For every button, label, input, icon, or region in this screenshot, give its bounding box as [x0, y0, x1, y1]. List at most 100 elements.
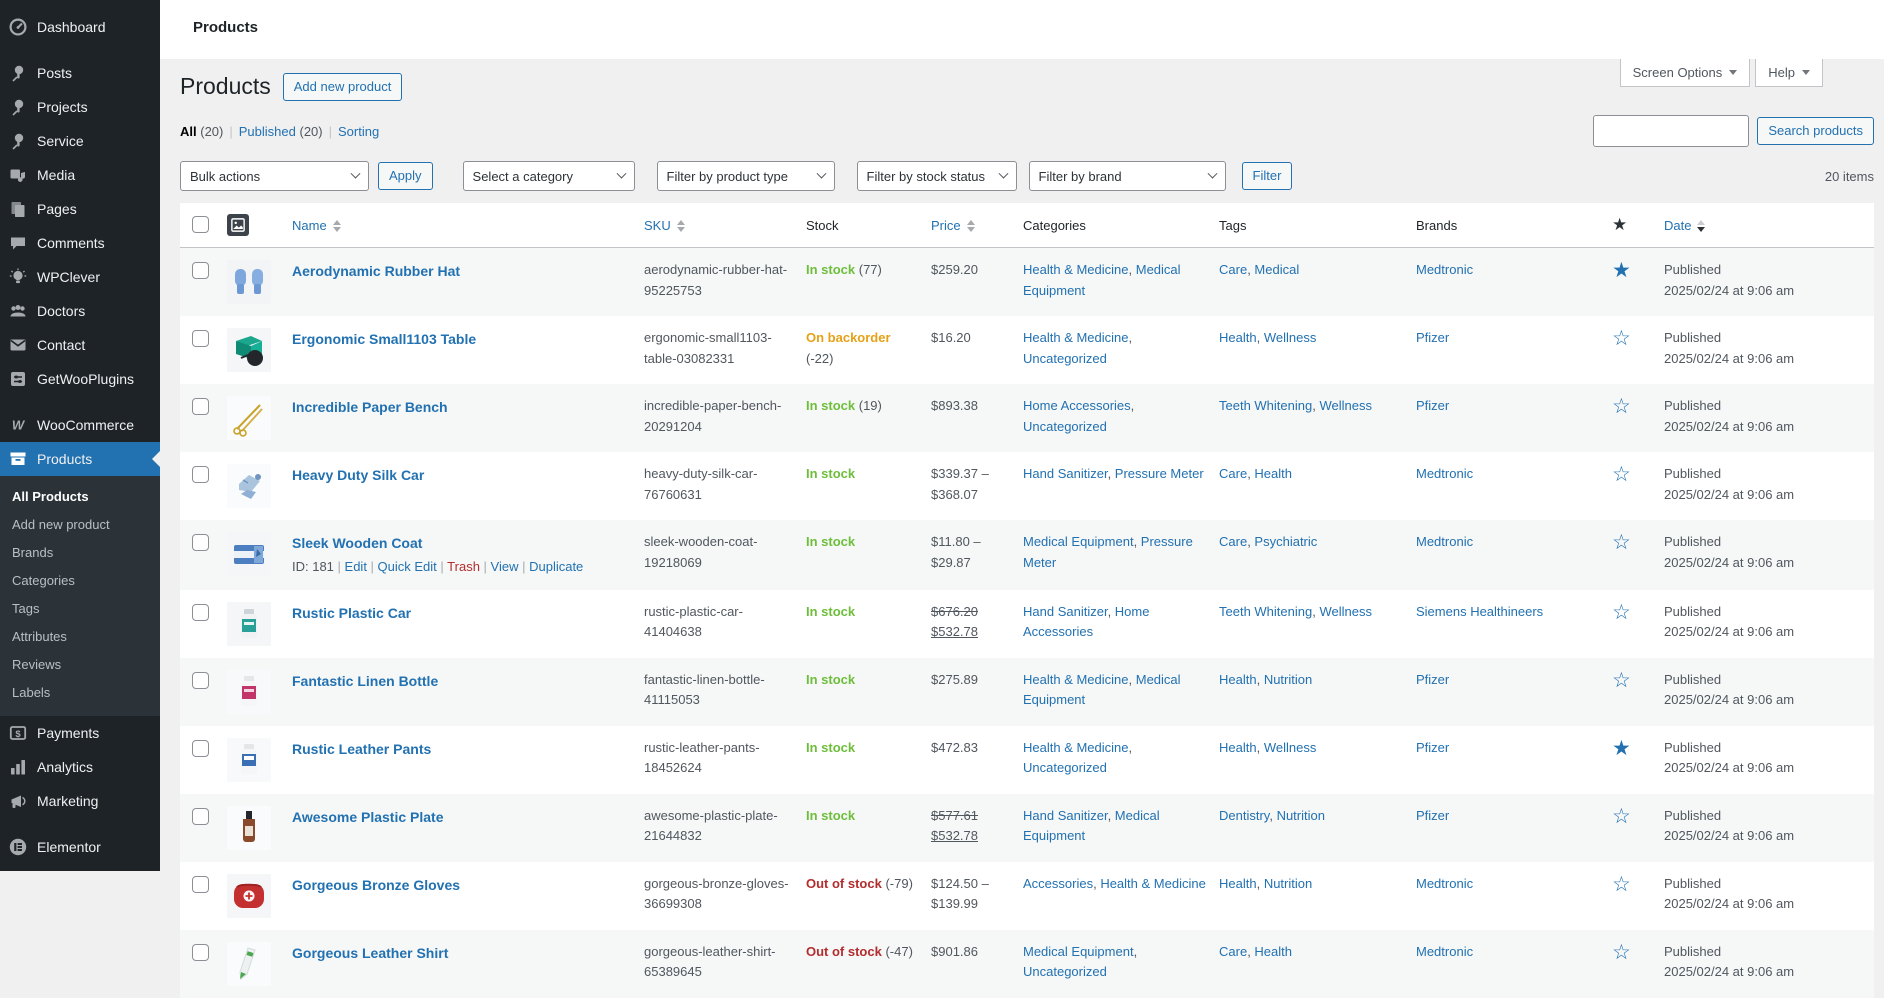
submenu-item-add-new-product[interactable]: Add new product	[0, 511, 160, 539]
row-checkbox[interactable]	[192, 944, 209, 961]
product-price: $16.20	[929, 316, 1021, 384]
sort-link-name[interactable]: Name	[292, 218, 327, 233]
row-action-quick-edit[interactable]: Quick Edit	[378, 559, 437, 574]
select-all-checkbox[interactable]	[192, 216, 209, 233]
row-checkbox[interactable]	[192, 330, 209, 347]
view-sorting-link[interactable]: Sorting	[338, 124, 379, 139]
product-thumbnail[interactable]	[227, 738, 271, 782]
sidebar-item-comments[interactable]: Comments	[0, 226, 160, 260]
submenu-item-labels[interactable]: Labels	[0, 679, 160, 707]
product-name-link[interactable]: Rustic Plastic Car	[292, 605, 411, 621]
submenu-item-categories[interactable]: Categories	[0, 567, 160, 595]
row-checkbox[interactable]	[192, 534, 209, 551]
submenu-item-brands[interactable]: Brands	[0, 539, 160, 567]
product-name-link[interactable]: Sleek Wooden Coat	[292, 535, 422, 551]
row-action-duplicate[interactable]: Duplicate	[529, 559, 583, 574]
search-products-input[interactable]	[1593, 115, 1749, 147]
product-name-link[interactable]: Gorgeous Leather Shirt	[292, 945, 448, 961]
sidebar-item-label: Media	[37, 167, 75, 183]
row-checkbox[interactable]	[192, 740, 209, 757]
view-published-link[interactable]: Published (20)	[239, 124, 323, 139]
sidebar-item-woocommerce[interactable]: WWooCommerce	[0, 408, 160, 442]
featured-star-filled-icon[interactable]: ★	[1612, 259, 1631, 282]
featured-star-outline-icon[interactable]: ☆	[1612, 805, 1631, 828]
product-type-filter-select[interactable]: Filter by product type	[657, 161, 835, 191]
bulk-actions-select[interactable]: Bulk actions	[180, 161, 369, 191]
product-name-link[interactable]: Ergonomic Small1103 Table	[292, 331, 476, 347]
search-products-button[interactable]: Search products	[1757, 117, 1874, 145]
sidebar-item-marketing[interactable]: Marketing	[0, 784, 160, 818]
product-name-link[interactable]: Heavy Duty Silk Car	[292, 467, 424, 483]
featured-star-outline-icon[interactable]: ☆	[1612, 669, 1631, 692]
featured-star-filled-icon[interactable]: ★	[1612, 737, 1631, 760]
sidebar-item-getwooplugins[interactable]: GetWooPlugins	[0, 362, 160, 396]
product-name-link[interactable]: Awesome Plastic Plate	[292, 809, 443, 825]
product-brands: Medtronic	[1414, 862, 1610, 930]
sidebar-item-posts[interactable]: Posts	[0, 56, 160, 90]
apply-button[interactable]: Apply	[378, 162, 433, 190]
category-filter-select[interactable]: Select a category	[463, 161, 635, 191]
sidebar-item-media[interactable]: Media	[0, 158, 160, 192]
sidebar-item-analytics[interactable]: Analytics	[0, 750, 160, 784]
brand-filter-select[interactable]: Filter by brand	[1029, 161, 1226, 191]
product-thumbnail[interactable]	[227, 328, 271, 372]
product-name-link[interactable]: Rustic Leather Pants	[292, 741, 431, 757]
submenu-item-attributes[interactable]: Attributes	[0, 623, 160, 651]
row-checkbox[interactable]	[192, 672, 209, 689]
help-button[interactable]: Help	[1755, 59, 1823, 87]
submenu-item-reviews[interactable]: Reviews	[0, 651, 160, 679]
row-action-edit[interactable]: Edit	[345, 559, 367, 574]
featured-star-outline-icon[interactable]: ☆	[1612, 941, 1631, 964]
featured-star-outline-icon[interactable]: ☆	[1612, 395, 1631, 418]
row-checkbox[interactable]	[192, 262, 209, 279]
sidebar-item-service[interactable]: Service	[0, 124, 160, 158]
stock-status-filter-select[interactable]: Filter by stock status	[857, 161, 1017, 191]
sidebar-item-products[interactable]: Products	[0, 442, 160, 476]
product-name-link[interactable]: Incredible Paper Bench	[292, 399, 448, 415]
sidebar-item-doctors[interactable]: Doctors	[0, 294, 160, 328]
add-new-product-button[interactable]: Add new product	[283, 73, 403, 101]
product-name-link[interactable]: Fantastic Linen Bottle	[292, 673, 438, 689]
sidebar-item-payments[interactable]: $Payments	[0, 716, 160, 750]
sort-link-date[interactable]: Date	[1664, 218, 1691, 233]
product-thumbnail[interactable]	[227, 602, 271, 646]
product-thumbnail[interactable]	[227, 260, 271, 304]
product-thumbnail[interactable]	[227, 942, 271, 986]
sort-link-sku[interactable]: SKU	[644, 218, 671, 233]
product-thumbnail[interactable]	[227, 874, 271, 918]
product-thumbnail[interactable]	[227, 670, 271, 714]
product-name-link[interactable]: Aerodynamic Rubber Hat	[292, 263, 460, 279]
product-name-link[interactable]: Gorgeous Bronze Gloves	[292, 877, 460, 893]
row-action-trash[interactable]: Trash	[447, 559, 480, 574]
featured-star-outline-icon[interactable]: ☆	[1612, 873, 1631, 896]
sidebar-item-dashboard[interactable]: Dashboard	[0, 10, 160, 44]
submenu-item-all-products[interactable]: All Products	[0, 483, 160, 511]
row-checkbox[interactable]	[192, 604, 209, 621]
product-thumbnail[interactable]	[227, 532, 271, 576]
sort-arrows-icon	[333, 220, 341, 232]
row-action-view[interactable]: View	[491, 559, 519, 574]
product-thumbnail[interactable]	[227, 396, 271, 440]
sort-link-price[interactable]: Price	[931, 218, 961, 233]
product-thumbnail[interactable]	[227, 806, 271, 850]
sidebar-item-elementor[interactable]: Elementor	[0, 830, 160, 864]
row-checkbox[interactable]	[192, 466, 209, 483]
row-checkbox[interactable]	[192, 876, 209, 893]
featured-star-outline-icon[interactable]: ☆	[1612, 463, 1631, 486]
product-thumbnail[interactable]	[227, 464, 271, 508]
row-checkbox[interactable]	[192, 808, 209, 825]
submenu-item-tags[interactable]: Tags	[0, 595, 160, 623]
featured-star-outline-icon[interactable]: ☆	[1612, 531, 1631, 554]
table-row: Fantastic Linen Bottlefantastic-linen-bo…	[180, 658, 1874, 726]
sidebar-item-contact[interactable]: Contact	[0, 328, 160, 362]
admin-topbar: Products	[160, 0, 1884, 59]
sidebar-item-projects[interactable]: Projects	[0, 90, 160, 124]
row-checkbox[interactable]	[192, 398, 209, 415]
sidebar-item-pages[interactable]: Pages	[0, 192, 160, 226]
featured-star-outline-icon[interactable]: ☆	[1612, 601, 1631, 624]
screen-options-button[interactable]: Screen Options	[1620, 59, 1751, 87]
sidebar-item-wpclever[interactable]: WPClever	[0, 260, 160, 294]
featured-star-outline-icon[interactable]: ☆	[1612, 327, 1631, 350]
view-all-link[interactable]: All (20)	[180, 124, 223, 139]
filter-button[interactable]: Filter	[1242, 162, 1293, 190]
